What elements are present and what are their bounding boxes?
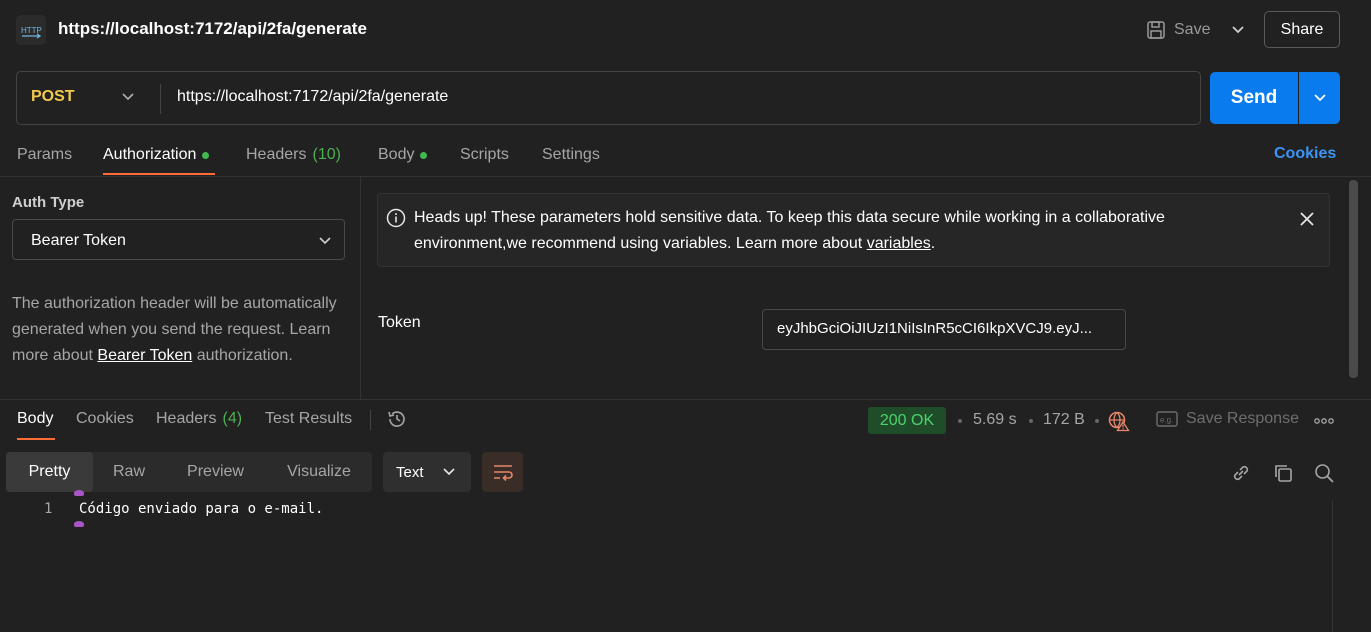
view-visualize-button[interactable]: Visualize <box>266 452 372 492</box>
token-input[interactable]: eyJhbGciOiJIUzI1NiIsInR5cCI6IkpXVCJ9.eyJ… <box>762 309 1126 350</box>
auth-type-select[interactable]: Bearer Token <box>12 219 345 260</box>
tab-settings-label: Settings <box>542 146 600 163</box>
tab-scripts-label: Scripts <box>460 146 509 163</box>
copy-icon[interactable] <box>1272 462 1294 489</box>
response-headers-count: (4) <box>222 410 243 427</box>
save-icon <box>1147 21 1165 39</box>
request-bar: POST https://localhost:7172/api/2fa/gene… <box>16 71 1201 125</box>
send-options-chevron-icon[interactable] <box>1299 72 1340 124</box>
tab-settings[interactable]: Settings <box>542 146 600 164</box>
fold-marker-icon <box>74 490 84 496</box>
tab-params[interactable]: Params <box>17 146 72 164</box>
fold-marker-icon <box>74 521 84 527</box>
auth-type-value: Bearer Token <box>31 232 126 249</box>
chevron-down-icon <box>318 233 332 251</box>
tab-headers[interactable]: Headers (10) <box>246 146 341 164</box>
tab-body-label: Body <box>378 146 415 163</box>
wrap-icon <box>493 465 513 481</box>
line-number: 1 <box>44 501 53 517</box>
format-select[interactable]: Text <box>383 452 471 492</box>
url-input[interactable]: https://localhost:7172/api/2fa/generate <box>177 88 448 106</box>
send-button[interactable]: Send <box>1210 72 1298 124</box>
divider <box>0 399 1371 400</box>
separator-dot <box>958 419 962 423</box>
save-options-chevron-icon[interactable] <box>1228 20 1248 40</box>
save-response-button[interactable]: e.g. Save Response <box>1156 410 1299 428</box>
method-select[interactable]: POST <box>31 88 75 106</box>
tab-headers-label: Headers <box>246 146 307 163</box>
variables-link[interactable]: variables <box>867 235 931 252</box>
search-icon[interactable] <box>1313 462 1335 489</box>
info-icon <box>386 208 406 233</box>
title-bar: HTTP https://localhost:7172/api/2fa/gene… <box>0 0 1371 60</box>
status-badge[interactable]: 200 OK <box>868 407 946 434</box>
network-warning-icon[interactable] <box>1108 410 1130 437</box>
format-value: Text <box>396 463 424 481</box>
chevron-down-icon[interactable] <box>121 89 135 107</box>
save-label: Save <box>1174 21 1211 38</box>
save-response-label: Save Response <box>1186 410 1299 427</box>
active-tab-indicator <box>103 173 215 175</box>
view-preview-button[interactable]: Preview <box>165 452 266 492</box>
headers-count: (10) <box>312 146 341 163</box>
response-size[interactable]: 172 B <box>1043 411 1085 429</box>
request-title[interactable]: https://localhost:7172/api/2fa/generate <box>58 19 367 39</box>
example-icon: e.g. <box>1156 411 1178 427</box>
separator-dot <box>1029 419 1033 423</box>
history-icon[interactable] <box>386 408 408 435</box>
notice-text: Heads up! These parameters hold sensitiv… <box>414 205 1234 257</box>
separator-dot <box>1095 419 1099 423</box>
view-mode-segmented-control: Pretty Raw Preview Visualize <box>6 452 372 492</box>
tab-body[interactable]: Body <box>378 146 428 164</box>
link-icon[interactable] <box>1230 462 1252 489</box>
http-request-icon: HTTP <box>16 15 46 45</box>
scrollbar-track <box>1332 500 1333 632</box>
cookies-link[interactable]: Cookies <box>1274 145 1336 163</box>
tab-params-label: Params <box>17 146 73 163</box>
svg-text:HTTP: HTTP <box>21 26 42 35</box>
close-icon[interactable] <box>1299 211 1315 232</box>
modified-dot <box>420 151 428 159</box>
tab-response-cookies[interactable]: Cookies <box>76 410 134 428</box>
save-button[interactable]: Save <box>1146 17 1210 43</box>
word-wrap-button[interactable] <box>482 452 523 492</box>
bearer-token-link[interactable]: Bearer Token <box>97 347 192 364</box>
modified-dot <box>202 151 210 159</box>
tab-response-headers[interactable]: Headers (4) <box>156 410 242 428</box>
tab-response-headers-label: Headers <box>156 410 217 427</box>
tab-scripts[interactable]: Scripts <box>460 146 509 164</box>
view-raw-button[interactable]: Raw <box>93 452 165 492</box>
tab-authorization-label: Authorization <box>103 146 197 163</box>
divider <box>160 84 161 114</box>
tab-authorization[interactable]: Authorization <box>103 146 210 164</box>
sensitive-data-notice: Heads up! These parameters hold sensitiv… <box>377 193 1330 267</box>
svg-text:e.g.: e.g. <box>1160 416 1173 425</box>
active-tab-indicator <box>17 438 55 440</box>
chevron-down-icon <box>442 468 455 476</box>
scrollbar[interactable] <box>1349 180 1358 378</box>
auth-type-panel: Auth Type Bearer Token The authorization… <box>0 177 361 399</box>
auth-description: The authorization header will be automat… <box>12 291 347 369</box>
response-time[interactable]: 5.69 s <box>973 411 1017 429</box>
auth-description-suffix: authorization. <box>192 347 293 364</box>
notice-body: Heads up! These parameters hold sensitiv… <box>414 209 1165 252</box>
share-button[interactable]: Share <box>1264 11 1340 48</box>
tab-response-body[interactable]: Body <box>17 410 53 428</box>
view-pretty-button[interactable]: Pretty <box>6 452 93 492</box>
more-options-icon[interactable] <box>1313 410 1335 435</box>
token-label: Token <box>378 314 421 331</box>
divider <box>370 410 371 430</box>
auth-type-label: Auth Type <box>12 194 85 211</box>
response-body-text[interactable]: Código enviado para o e-mail. <box>79 501 323 517</box>
tab-test-results[interactable]: Test Results <box>265 410 352 428</box>
notice-suffix: . <box>930 235 936 252</box>
